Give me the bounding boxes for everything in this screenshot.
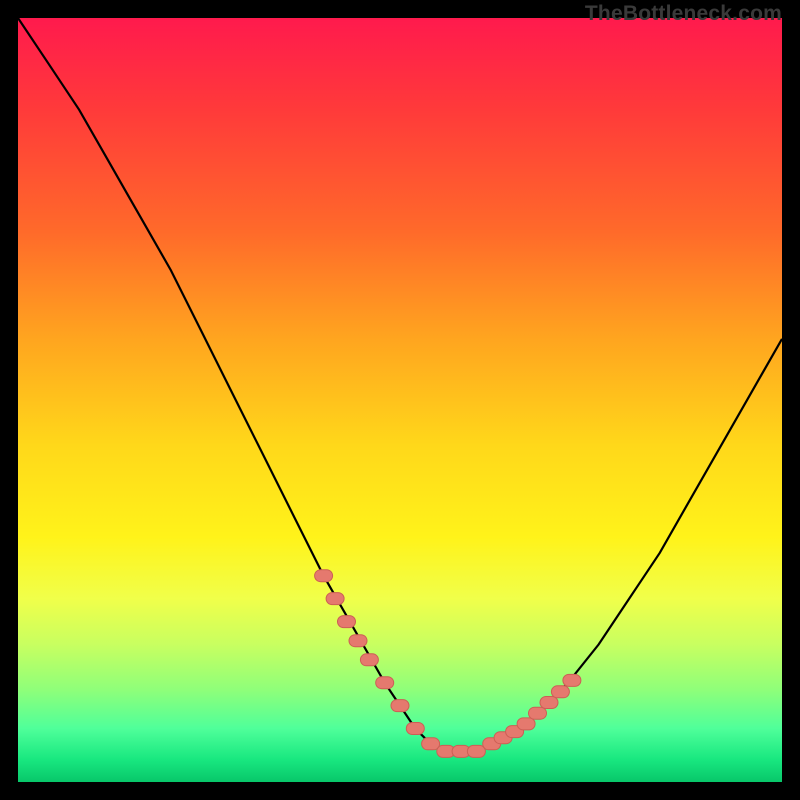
chart-svg xyxy=(18,18,782,782)
marker-point xyxy=(360,654,378,666)
marker-point xyxy=(406,723,424,735)
marker-point xyxy=(326,593,344,605)
marker-point xyxy=(551,686,569,698)
marker-point xyxy=(529,707,547,719)
marker-point xyxy=(422,738,440,750)
watermark-text: TheBottleneck.com xyxy=(585,2,782,26)
bottleneck-curve xyxy=(18,18,782,751)
marker-point xyxy=(540,697,558,709)
marker-point xyxy=(315,570,333,582)
marker-point xyxy=(517,718,535,730)
marker-point xyxy=(391,700,409,712)
marker-point xyxy=(376,677,394,689)
marker-point xyxy=(338,616,356,628)
marker-group xyxy=(315,570,581,758)
chart-plot-area xyxy=(18,18,782,782)
marker-point xyxy=(563,674,581,686)
marker-point xyxy=(349,635,367,647)
chart-stage: TheBottleneck.com xyxy=(0,0,800,800)
marker-point xyxy=(467,745,485,757)
